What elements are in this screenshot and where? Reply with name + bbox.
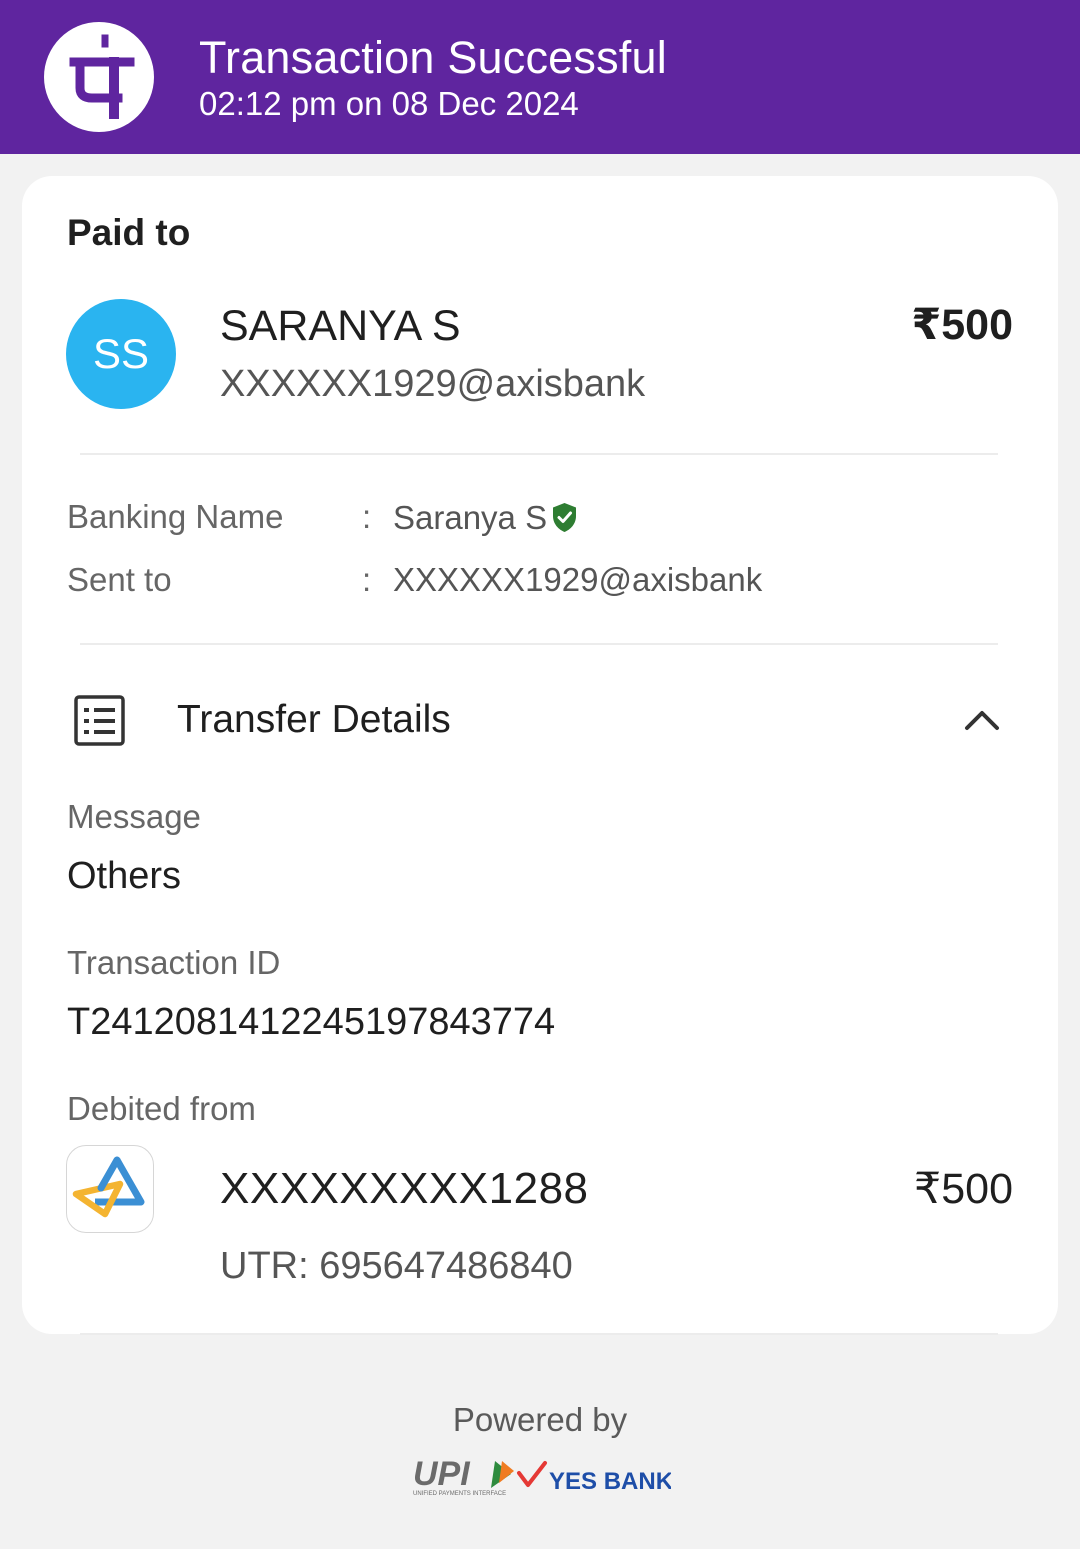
header-bar: Transaction Successful 02:12 pm on 08 De… bbox=[0, 0, 1080, 154]
yes-bank-logo: YES BANK bbox=[549, 1468, 671, 1495]
transfer-details-title[interactable]: Transfer Details bbox=[177, 698, 451, 742]
avatar-initials: SS bbox=[92, 330, 150, 377]
phonepe-logo-icon bbox=[44, 22, 154, 132]
payee-vpa: XXXXXX1929@axisbank bbox=[220, 363, 646, 405]
divider bbox=[80, 1333, 998, 1335]
transaction-status-title: Transaction Successful bbox=[199, 32, 667, 83]
message-label: Message bbox=[67, 798, 201, 835]
payee-avatar: SS bbox=[66, 299, 176, 409]
divider bbox=[80, 643, 998, 645]
separator: : bbox=[362, 498, 372, 535]
banking-name-label: Banking Name bbox=[67, 498, 284, 535]
receipt-card: Paid to SS SARANYA S XXXXXX1929@axisbank… bbox=[22, 176, 1058, 1334]
powered-by-label: Powered by bbox=[452, 1401, 628, 1438]
utr-number[interactable]: UTR: 695647486840 bbox=[220, 1245, 573, 1288]
banking-name-value: Saranya S bbox=[393, 499, 548, 536]
list-document-icon bbox=[74, 695, 126, 752]
debited-from-label: Debited from bbox=[67, 1090, 256, 1127]
debit-account-number: XXXXXXXXX1288 bbox=[220, 1164, 589, 1213]
message-value: Others bbox=[67, 855, 182, 897]
chevron-up-icon[interactable] bbox=[962, 706, 1002, 739]
transaction-id-label: Transaction ID bbox=[67, 944, 281, 981]
debited-amount: ₹500 bbox=[913, 1165, 1013, 1213]
transaction-timestamp: 02:12 pm on 08 Dec 2024 bbox=[199, 85, 579, 122]
upi-yesbank-logo: UPI UNIFIED PAYMENTS INTERFACE YES BANK bbox=[413, 1455, 674, 1497]
axis-bank-logo-icon bbox=[66, 1145, 154, 1233]
paid-to-heading: Paid to bbox=[67, 212, 191, 253]
upi-logo: UPI bbox=[413, 1455, 471, 1493]
sent-to-value: XXXXXX1929@axisbank bbox=[393, 561, 763, 598]
verified-shield-icon bbox=[551, 502, 578, 538]
paid-amount: ₹500 bbox=[911, 301, 1013, 349]
sent-to-label: Sent to bbox=[67, 561, 172, 598]
transaction-id-value[interactable]: T2412081412245197843774 bbox=[67, 1001, 555, 1044]
upi-tagline: UNIFIED PAYMENTS INTERFACE bbox=[413, 1491, 506, 1497]
divider bbox=[80, 453, 998, 455]
footer-logos: UPI UNIFIED PAYMENTS INTERFACE YES BANK bbox=[411, 1455, 674, 1504]
separator: : bbox=[362, 561, 372, 598]
payee-name: SARANYA S bbox=[220, 302, 461, 350]
